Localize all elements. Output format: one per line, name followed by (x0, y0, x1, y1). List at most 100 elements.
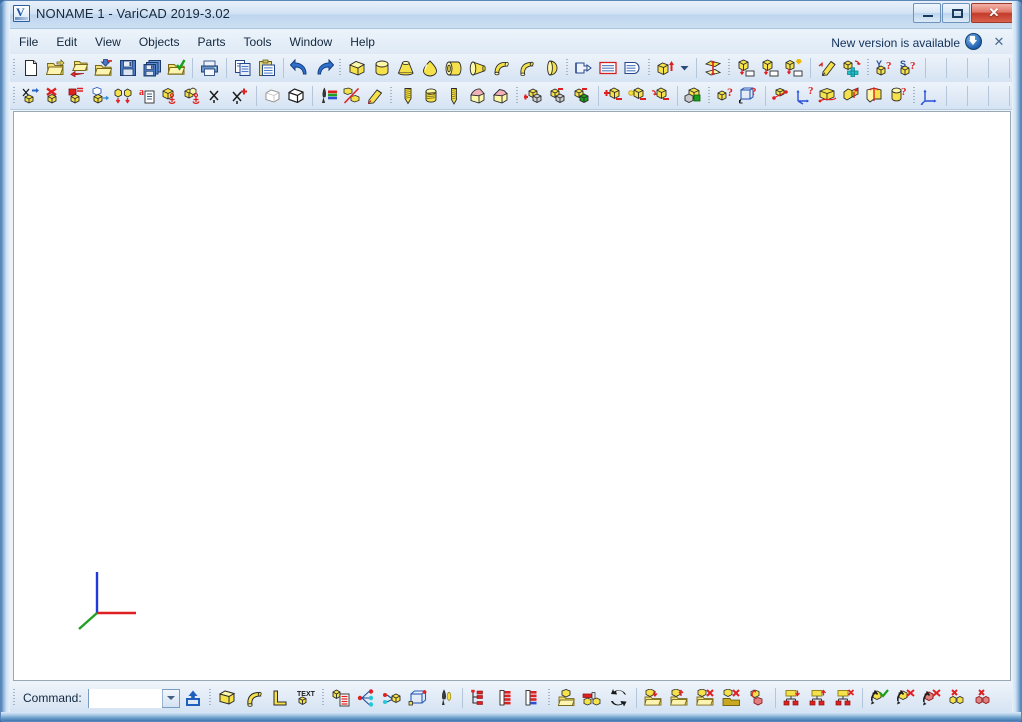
toolbar-grip[interactable] (706, 86, 713, 106)
drawing-canvas[interactable]: XYZ (13, 111, 1011, 681)
chamfer-edge-button[interactable] (489, 83, 512, 109)
menu-help[interactable]: Help (341, 32, 384, 52)
new-file-button[interactable] (19, 55, 43, 81)
half-sphere-solid-button[interactable] (539, 55, 563, 81)
unlink-pair-button[interactable] (945, 685, 971, 711)
attribute-text-button[interactable]: a (136, 83, 159, 109)
solid-info-button[interactable]: ? (714, 83, 737, 109)
bill-of-material-button[interactable] (328, 685, 354, 711)
list-selected-button[interactable] (519, 685, 545, 711)
anchor-solid-button[interactable] (159, 83, 182, 109)
close-button[interactable]: ✕ (971, 3, 1017, 23)
mass-query-button[interactable]: ? (886, 83, 909, 109)
text-solid-button[interactable]: TEXT (293, 685, 319, 711)
command-input[interactable] (88, 688, 162, 708)
group-extract-button[interactable] (806, 685, 832, 711)
view-point-add-button[interactable] (229, 83, 252, 109)
rotate-profile-button[interactable] (620, 55, 644, 81)
menu-objects[interactable]: Objects (130, 32, 189, 52)
folder-link-button[interactable] (745, 685, 771, 711)
toolbar-grip[interactable] (546, 688, 553, 708)
truncated-cone-solid-button[interactable] (394, 55, 418, 81)
coord-query-button[interactable]: ? (793, 83, 816, 109)
export-upload-button[interactable] (180, 685, 206, 711)
link-solid-button[interactable] (380, 685, 406, 711)
bent-pipe-solid-button[interactable] (515, 55, 539, 81)
extrude-profile-button[interactable] (572, 55, 596, 81)
move-dropdown-button[interactable] (678, 55, 692, 81)
list-items-button[interactable] (493, 685, 519, 711)
sphere-solid-button[interactable] (418, 55, 442, 81)
save-file-button[interactable] (116, 55, 140, 81)
wireframe-view-button[interactable] (261, 83, 284, 109)
solid-y-query-button[interactable]: Y ? (873, 55, 897, 81)
surface-finish-button[interactable] (364, 83, 387, 109)
ungroup-button[interactable] (649, 83, 672, 109)
toolbar-grip[interactable] (388, 86, 395, 106)
tube-solid-button[interactable] (442, 55, 466, 81)
toolbar-grip[interactable] (207, 688, 214, 708)
import-file-button[interactable] (92, 55, 116, 81)
ucs-button[interactable] (919, 83, 942, 109)
group-insert-button[interactable] (780, 685, 806, 711)
cylinder-solid-button[interactable] (369, 55, 393, 81)
paste-button[interactable] (255, 55, 279, 81)
bounding-box-button[interactable] (406, 685, 432, 711)
view-point-button[interactable] (206, 83, 229, 109)
toolbar-grip[interactable] (11, 688, 18, 708)
elbow-solid-button[interactable] (490, 55, 514, 81)
boolean-subtract-button[interactable] (546, 83, 570, 109)
box-solid-button[interactable] (345, 55, 369, 81)
split-solid-button[interactable] (863, 83, 886, 109)
anchor-group-button[interactable] (182, 83, 205, 109)
tree-structure-button[interactable] (467, 685, 493, 711)
toolbar-grip[interactable] (514, 86, 521, 106)
open-library-button[interactable] (554, 685, 580, 711)
assembly-tree-button[interactable] (354, 685, 380, 711)
measure-distance-button[interactable] (770, 83, 793, 109)
undo-button[interactable] (288, 55, 312, 81)
folder-extract-button[interactable] (667, 685, 693, 711)
remove-from-group-button[interactable] (626, 83, 649, 109)
folder-insert-button[interactable] (641, 685, 667, 711)
menu-window[interactable]: Window (281, 32, 342, 52)
cut-solid-button[interactable] (840, 83, 863, 109)
place-solid-button[interactable] (734, 55, 758, 81)
toolbar-grip[interactable] (337, 58, 344, 78)
copy-solid-button[interactable] (66, 83, 89, 109)
profile-l-button[interactable] (267, 685, 293, 711)
solid-s-query-button[interactable]: S ? (897, 55, 921, 81)
toolbar-grip[interactable] (726, 58, 733, 78)
new-version-notice[interactable]: New version is available (831, 33, 982, 50)
drill-hole-button[interactable] (443, 83, 466, 109)
refresh-button[interactable] (606, 685, 632, 711)
reopen-file-button[interactable] (67, 55, 91, 81)
library-parts-button[interactable] (580, 685, 606, 711)
transparency-button[interactable] (340, 83, 363, 109)
delete-solid-button[interactable] (42, 83, 65, 109)
toolbar-grip[interactable] (320, 688, 327, 708)
link-break-button[interactable] (919, 685, 945, 711)
boolean-intersect-button[interactable] (570, 83, 594, 109)
view-point-left-button[interactable] (19, 83, 42, 109)
place-solid-copy-button[interactable] (758, 55, 782, 81)
folder-export-button[interactable] (719, 685, 745, 711)
bent-pipe-view-button[interactable] (241, 685, 267, 711)
toolbar-grip[interactable] (865, 58, 872, 78)
add-to-group-button[interactable] (603, 83, 626, 109)
section-solid-button[interactable] (816, 83, 839, 109)
move-copy-solid-button[interactable] (89, 83, 112, 109)
notice-close-button[interactable]: ✕ (988, 32, 1010, 52)
shaded-view-button[interactable] (285, 83, 308, 109)
move-solid-up-button[interactable] (654, 55, 678, 81)
group-delete-button[interactable] (832, 685, 858, 711)
menu-parts[interactable]: Parts (189, 32, 235, 52)
move-to-position-button[interactable] (840, 55, 864, 81)
unlink-all-button[interactable] (971, 685, 997, 711)
command-combo[interactable] (87, 688, 180, 708)
print-button[interactable] (197, 55, 221, 81)
save-all-button[interactable] (140, 55, 164, 81)
open-file-button[interactable] (43, 55, 67, 81)
redo-button[interactable] (312, 55, 336, 81)
rectangle-profile-button[interactable] (596, 55, 620, 81)
